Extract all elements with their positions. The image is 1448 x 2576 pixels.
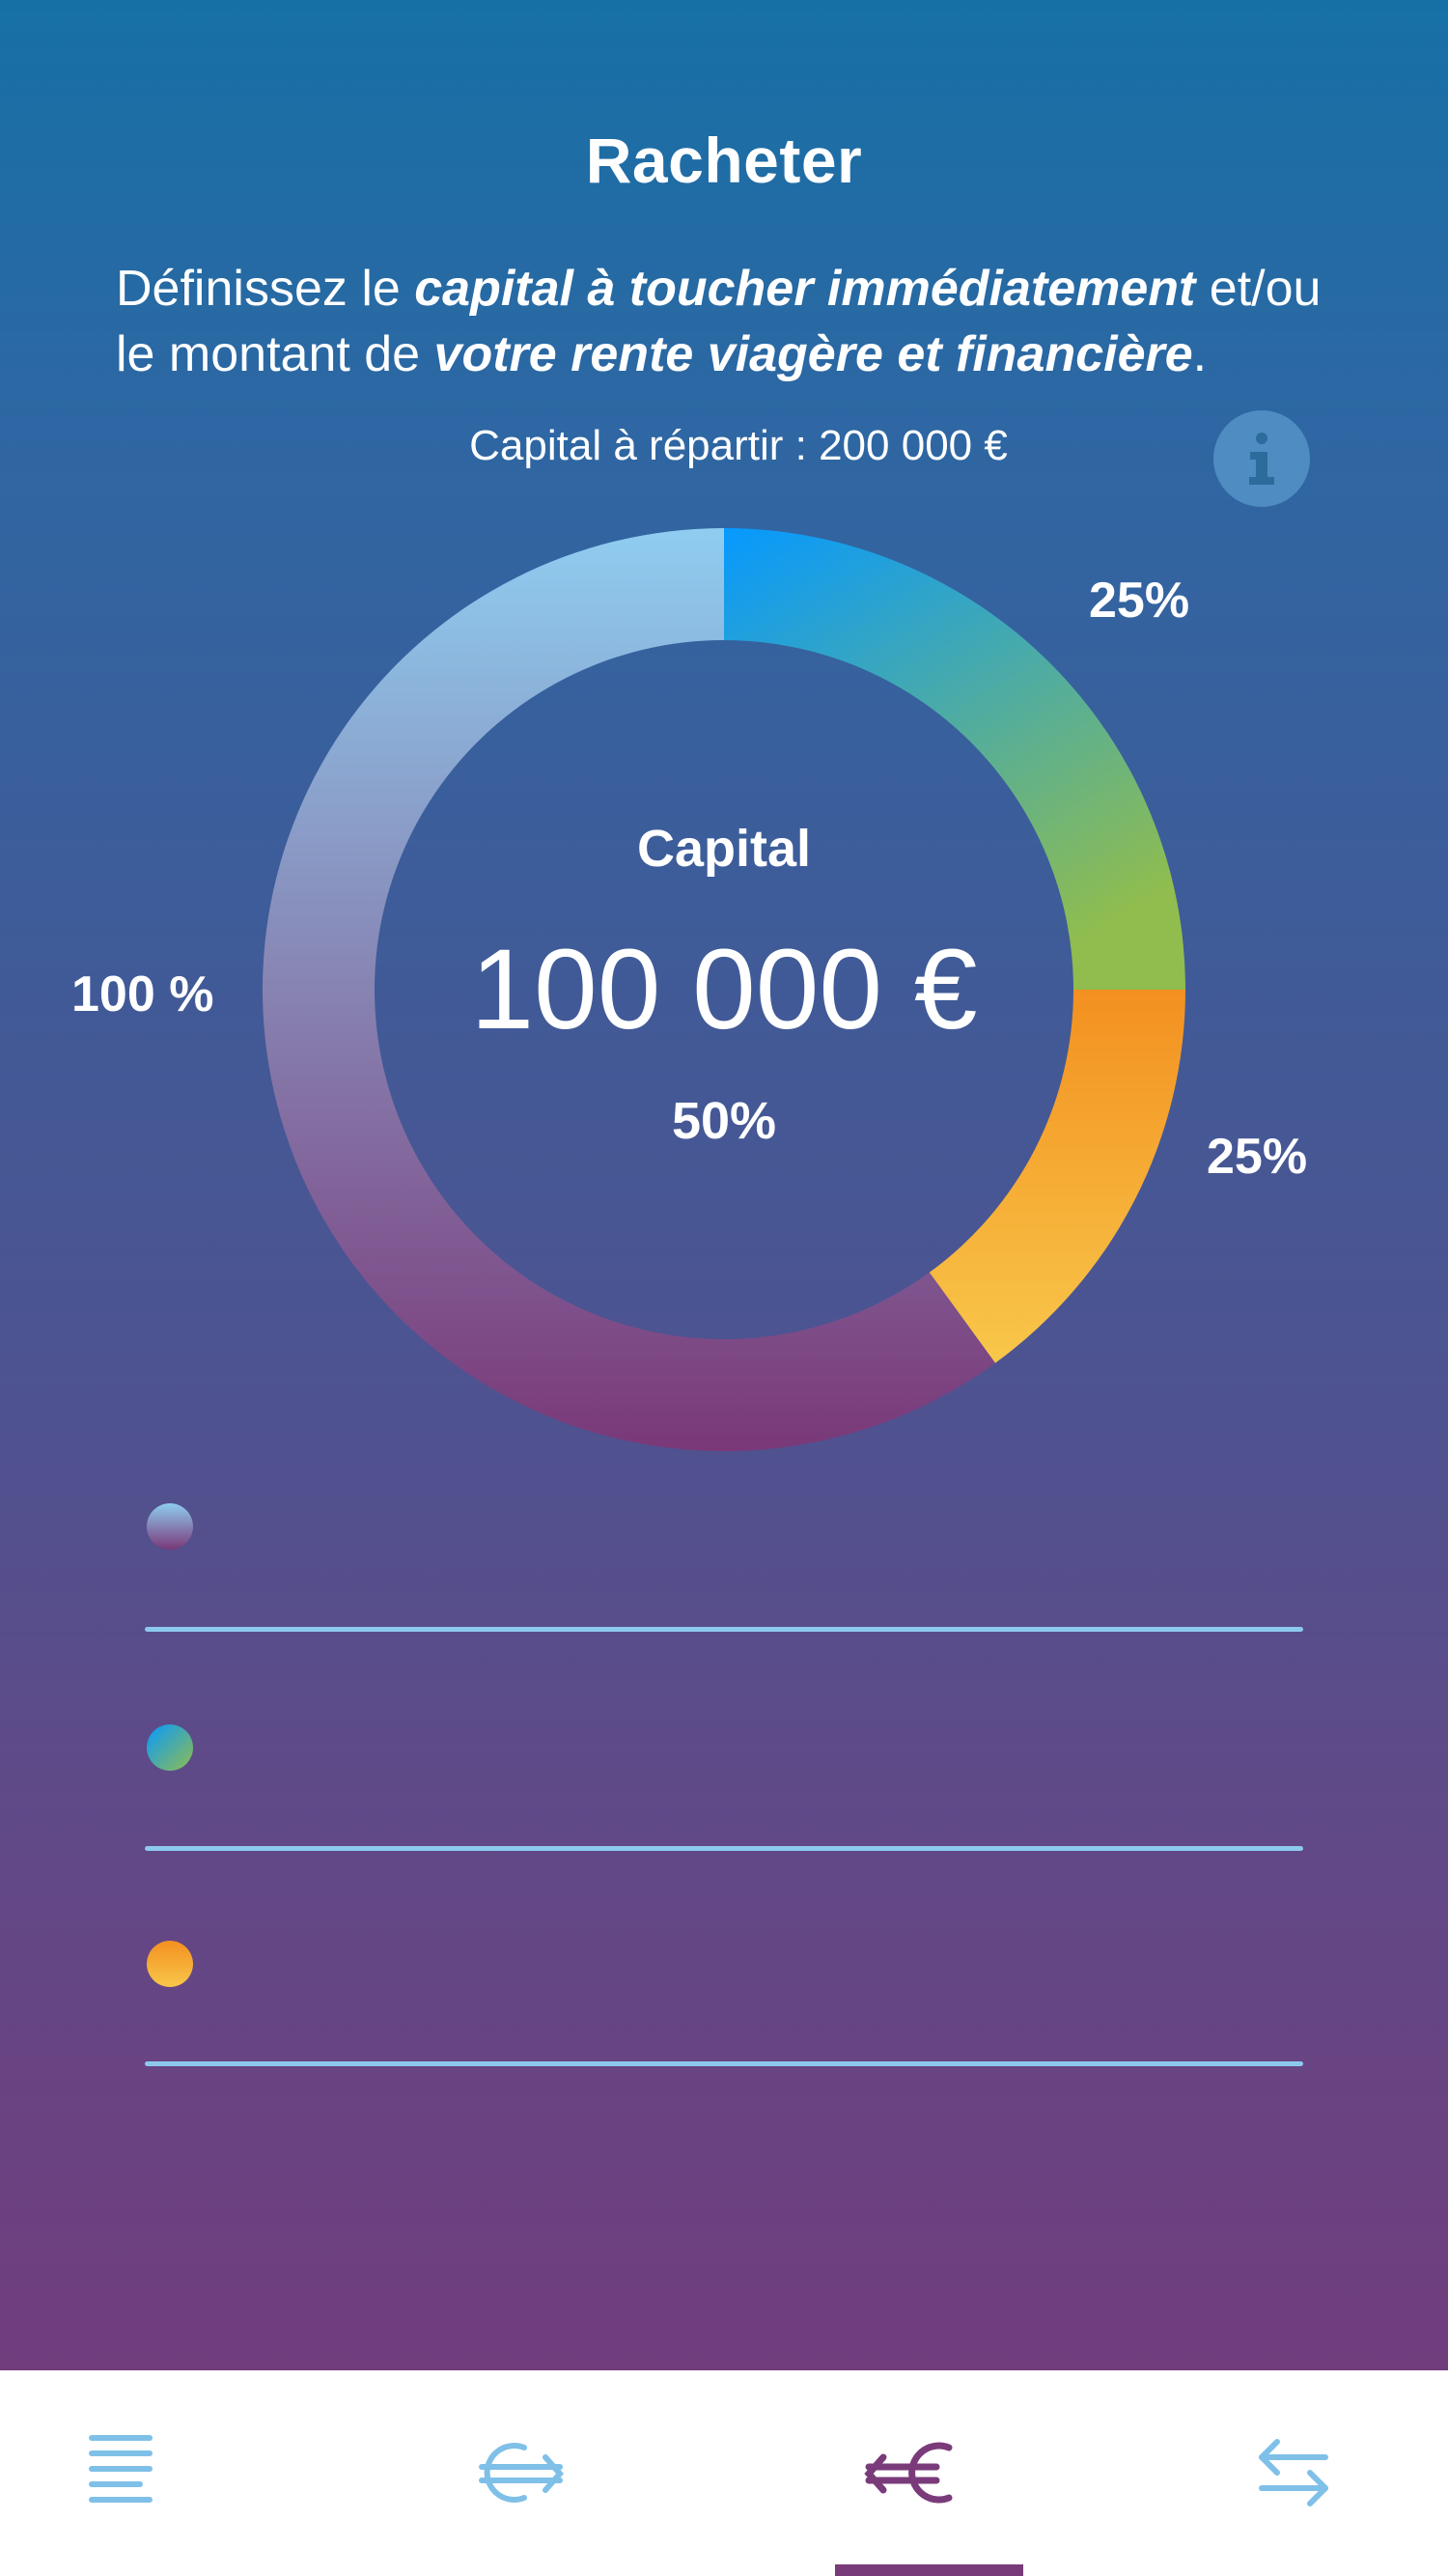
allocation-line	[145, 1627, 1303, 1632]
donut-center-label: Capital	[636, 820, 812, 878]
racheter-screen: Racheter Définissez le capital à toucher…	[0, 0, 1448, 2370]
swap-arrows-icon	[1259, 2439, 1328, 2506]
euro-back-icon	[864, 2442, 953, 2504]
active-tab-indicator	[835, 2564, 1023, 2576]
allocation-row-rente-viagere[interactable]	[145, 1722, 1303, 1851]
euro-exchange-icon	[479, 2443, 565, 2503]
allocation-donut[interactable]	[0, 0, 1448, 1545]
allocation-line	[145, 2061, 1303, 2066]
capital-color-dot	[147, 1503, 193, 1550]
rente-financiere-percent-label: 25%	[1207, 1129, 1308, 1185]
donut-center-amount: 100 000 €	[470, 926, 978, 1053]
rente-viagere-percent-label: 25%	[1089, 573, 1190, 629]
allocation-row-rente-financiere[interactable]	[145, 1939, 1303, 2066]
allocation-line	[145, 1846, 1303, 1851]
rente-viagere-color-dot	[147, 1724, 193, 1771]
capital-percent-label: 100 %	[71, 966, 214, 1022]
allocation-row-capital[interactable]	[145, 1501, 1303, 1632]
tab-menu[interactable]	[68, 2428, 174, 2515]
bottom-tab-bar	[0, 2370, 1448, 2576]
tab-swap[interactable]	[1240, 2428, 1347, 2515]
rente-financiere-color-dot	[147, 1941, 193, 1987]
tab-euro-back[interactable]	[854, 2428, 961, 2515]
menu-lines-icon	[89, 2435, 153, 2503]
tab-euro-exchange[interactable]	[468, 2428, 574, 2515]
